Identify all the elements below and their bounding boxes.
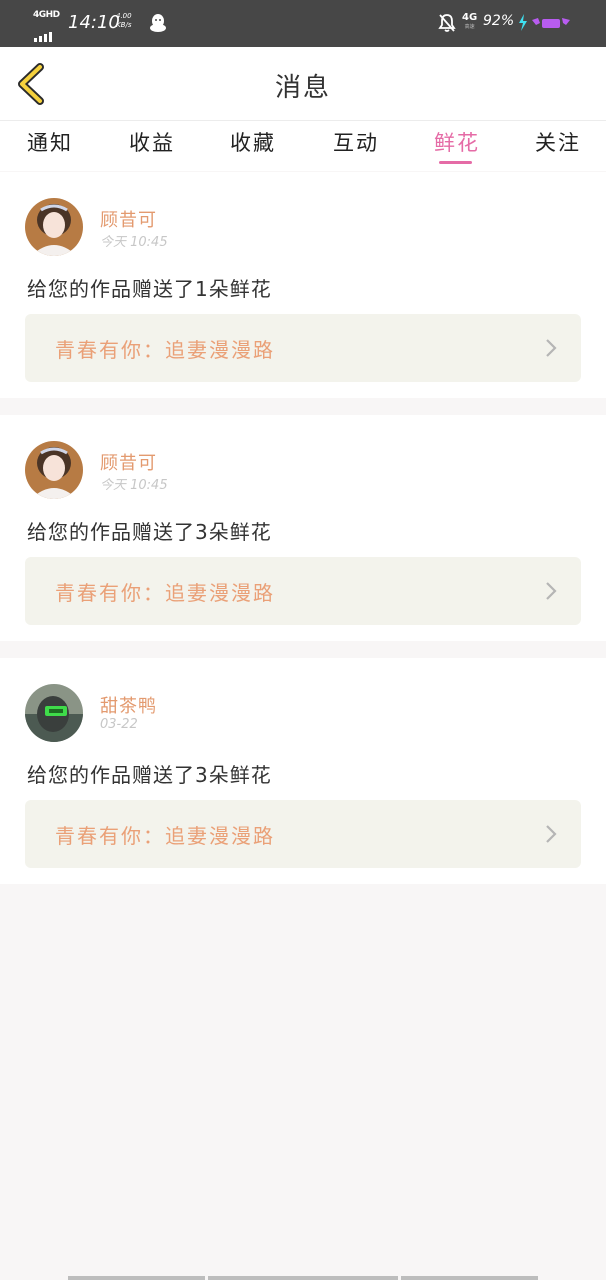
tab-flowers[interactable]: 鲜花 [417, 127, 497, 157]
status-bar: 4GHD 14:10 4.00 KB/s 4G 高速 92% [0, 0, 606, 47]
battery-level: 92% [483, 13, 515, 29]
message-tabs: 通知 收益 收藏 互动 鲜花 关注 [0, 121, 606, 171]
clock: 14:10 [68, 12, 120, 33]
navigation-header: 消息 [0, 47, 606, 121]
avatar-photo [25, 198, 83, 256]
message-text: 给您的作品赠送了3朵鲜花 [27, 520, 272, 544]
tab-favorites[interactable]: 收藏 [213, 127, 293, 157]
work-link[interactable]: 青春有你：追妻漫漫路 [25, 314, 581, 382]
chevron-right-icon [546, 582, 557, 600]
network-speed: 4.00 KB/s [116, 12, 132, 30]
sender-name[interactable]: 顾昔可 [100, 206, 157, 232]
avatar[interactable] [25, 684, 83, 742]
work-title: 青春有你：追妻漫漫路 [55, 581, 275, 605]
work-title: 青春有你：追妻漫漫路 [55, 338, 275, 362]
message-text: 给您的作品赠送了3朵鲜花 [27, 763, 272, 787]
network-type: 4GHD [33, 10, 60, 20]
avatar[interactable] [25, 441, 83, 499]
chevron-right-icon [546, 825, 557, 843]
page-title: 消息 [274, 73, 331, 103]
message-card: 甜茶鸭 03-22 给您的作品赠送了3朵鲜花 青春有你：追妻漫漫路 [0, 658, 606, 884]
sender-name[interactable]: 甜茶鸭 [100, 692, 157, 718]
tab-interaction[interactable]: 互动 [316, 127, 396, 157]
work-title: 青春有你：追妻漫漫路 [55, 824, 275, 848]
chevron-right-icon [546, 339, 557, 357]
message-card: 顾昔可 今天 10:45 给您的作品赠送了1朵鲜花 青春有你：追妻漫漫路 [0, 172, 606, 398]
network-right-sub: 高速 [464, 24, 475, 30]
active-tab-indicator [439, 161, 472, 164]
charging-bolt-icon [519, 14, 527, 31]
signal-bars-icon [34, 23, 54, 42]
work-link[interactable]: 青春有你：追妻漫漫路 [25, 557, 581, 625]
speed-unit: KB/s [116, 21, 132, 29]
network-right-label: 4G [462, 12, 478, 23]
avatar-photo [25, 684, 83, 742]
speed-value: 4.00 [116, 12, 132, 20]
avatar[interactable] [25, 198, 83, 256]
avatar-photo [25, 441, 83, 499]
sender-name[interactable]: 顾昔可 [100, 449, 157, 475]
message-time: 03-22 [100, 717, 138, 732]
qq-penguin-icon [150, 14, 166, 32]
network-type-right: 4G 高速 [462, 12, 477, 30]
tab-notification[interactable]: 通知 [10, 127, 90, 157]
work-link[interactable]: 青春有你：追妻漫漫路 [25, 800, 581, 868]
tab-follow[interactable]: 关注 [518, 127, 598, 157]
battery-theme-icon [532, 18, 570, 28]
tab-earnings[interactable]: 收益 [112, 127, 192, 157]
bell-off-icon [438, 14, 456, 32]
signal-indicator: 4GHD [33, 10, 61, 42]
message-time: 今天 10:45 [100, 478, 168, 493]
message-time: 今天 10:45 [100, 235, 168, 250]
message-card: 顾昔可 今天 10:45 给您的作品赠送了3朵鲜花 青春有你：追妻漫漫路 [0, 415, 606, 641]
system-nav-bar[interactable] [68, 1276, 538, 1280]
message-text: 给您的作品赠送了1朵鲜花 [27, 277, 272, 301]
